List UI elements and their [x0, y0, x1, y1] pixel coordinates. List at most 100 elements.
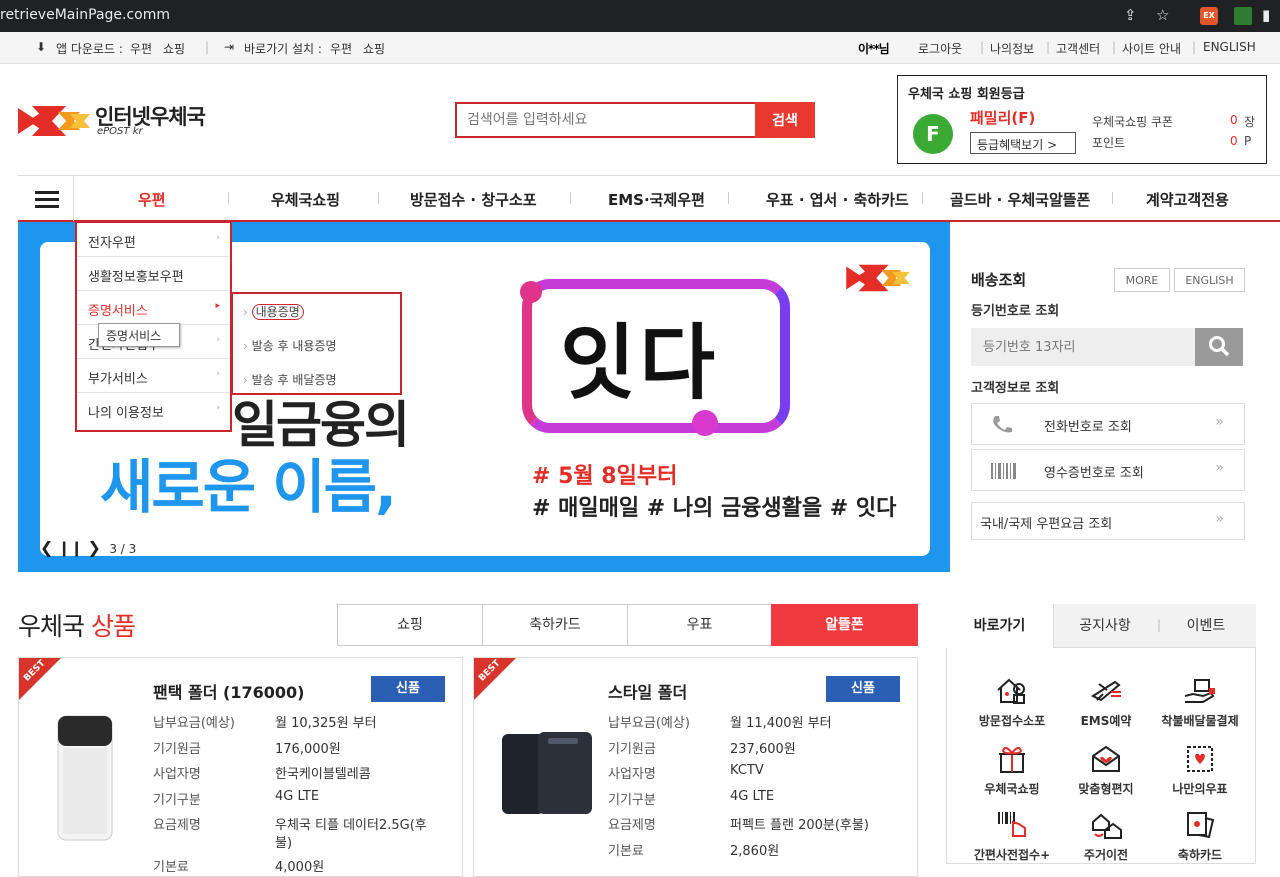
- logo-subtext: ePOST kr: [97, 126, 143, 137]
- tab-mvno[interactable]: 알뜰폰: [771, 604, 918, 646]
- grade-benefit-button[interactable]: 등급혜택보기 >: [970, 132, 1076, 154]
- address-bar[interactable]: retrieveMainPage.comm: [0, 7, 170, 23]
- sc-shop-link[interactable]: 쇼핑: [363, 40, 385, 57]
- postage-lookup-link[interactable]: 국내/국제 우편요금 조회 »: [971, 502, 1245, 540]
- shortcut-address-move[interactable]: 주거이전: [1056, 810, 1156, 863]
- shortcut-custom-letter[interactable]: 맞춤형편지: [1056, 744, 1156, 797]
- sc-post-link[interactable]: 우편: [330, 40, 352, 57]
- tab-greeting-card[interactable]: 축하카드: [482, 604, 628, 646]
- epost-logo-icon: [846, 264, 910, 292]
- main-nav: 우편 우체국쇼핑 방문접수 · 창구소포 EMS·국제우편 우표 · 엽서 · …: [18, 175, 1280, 222]
- grade-level: 패밀리(F): [970, 109, 1036, 127]
- tab-stamps[interactable]: 우표: [627, 604, 772, 646]
- tooltip: 증명서비스: [98, 323, 180, 347]
- hand-box-icon: [1184, 679, 1215, 703]
- submenu-item-content-cert[interactable]: › 내용증명: [233, 294, 400, 327]
- barcode-hand-icon: [998, 812, 1026, 837]
- card-stamp-icon: [1187, 812, 1215, 839]
- bookmark-star-icon[interactable]: ☆: [1156, 6, 1169, 24]
- pause-icon[interactable]: ❙❙: [58, 539, 83, 557]
- double-chevron-icon: »: [1215, 511, 1224, 527]
- reg-search-button[interactable]: [1195, 328, 1243, 366]
- shortcut-visit-parcel[interactable]: 방문접수소포: [962, 676, 1062, 729]
- reg-number-input[interactable]: [971, 328, 1195, 366]
- chevron-right-icon: ›: [216, 369, 220, 379]
- tab-events[interactable]: 이벤트: [1156, 604, 1256, 648]
- new-badge: 신품: [826, 676, 900, 702]
- app-shop-link[interactable]: 쇼핑: [163, 40, 185, 57]
- tab-shortcuts[interactable]: 바로가기: [946, 604, 1054, 648]
- tab-notices[interactable]: 공지사항: [1054, 604, 1156, 648]
- search-button[interactable]: 검색: [755, 102, 815, 138]
- shortcut-greeting-card[interactable]: 축하카드: [1150, 810, 1250, 863]
- point-value: 0: [1230, 134, 1238, 148]
- chevron-right-icon: ›: [216, 403, 220, 413]
- more-button[interactable]: MORE: [1114, 268, 1170, 292]
- nav-item-stamps[interactable]: 우표 · 엽서 · 축하카드: [766, 189, 909, 210]
- prev-arrow-icon[interactable]: ❮: [40, 538, 53, 557]
- products-title: 우체국 상품: [18, 612, 136, 641]
- customer-info-label: 고객정보로 조회: [971, 381, 1060, 396]
- phone-lookup-link[interactable]: 전화번호로 조회 »: [971, 403, 1245, 445]
- banner-hashtag-date: # 5월 8일부터: [532, 464, 678, 489]
- frame-dot-icon: [520, 281, 542, 303]
- delivery-title: 배송조회: [971, 271, 1027, 289]
- support-link[interactable]: 고객센터: [1056, 40, 1100, 57]
- menu-item-addon[interactable]: 부가서비스 ›: [77, 359, 230, 393]
- nav-item-visit[interactable]: 방문접수 · 창구소포: [410, 189, 537, 210]
- phone-image: [57, 715, 113, 841]
- tab-shopping[interactable]: 쇼핑: [337, 604, 483, 646]
- stamp-icon: [1187, 746, 1213, 772]
- search-icon: [1209, 335, 1230, 356]
- utility-bar: ⬇ 앱 다운로드 : 우편 쇼핑 | ⇥ 바로가기 설치 : 우편 쇼핑 이**…: [0, 32, 1280, 64]
- app-post-link[interactable]: 우편: [130, 40, 152, 57]
- myinfo-link[interactable]: 나의정보: [990, 40, 1034, 57]
- menu-item-email[interactable]: 전자우편 ›: [77, 223, 230, 257]
- menu-item-certification[interactable]: 증명서비스 ▸: [77, 291, 230, 325]
- envelope-heart-icon: [1092, 745, 1120, 772]
- coupon-unit: 장: [1244, 115, 1256, 129]
- grade-title: 우체국 쇼핑 회원등급: [908, 87, 1025, 102]
- hamburger-menu-icon[interactable]: [18, 176, 74, 221]
- chevron-right-icon: ›: [216, 335, 220, 345]
- nav-item-post[interactable]: 우편: [138, 189, 166, 210]
- nav-item-ems[interactable]: EMS·국제우편: [608, 189, 705, 210]
- submenu-item-post-content-cert[interactable]: › 발송 후 내용증명: [233, 328, 400, 361]
- menu-item-my-usage[interactable]: 나의 이용정보 ›: [77, 393, 230, 427]
- next-arrow-icon[interactable]: ❯: [87, 538, 100, 557]
- product-name[interactable]: 스타일 폴더: [608, 679, 687, 703]
- epost-logo-icon[interactable]: [18, 104, 90, 138]
- shortcut-post-shopping[interactable]: 우체국쇼핑: [962, 744, 1062, 797]
- search-input[interactable]: [455, 102, 755, 138]
- shortcut-ems[interactable]: EMS예약: [1056, 676, 1156, 729]
- shortcut-pre-register-plus[interactable]: 간편사전접수+: [962, 810, 1062, 863]
- english-tracking-button[interactable]: ENGLISH: [1174, 268, 1245, 292]
- logout-link[interactable]: 로그아웃: [918, 40, 962, 57]
- new-badge: 신품: [371, 676, 445, 702]
- shortcut-my-stamp[interactable]: 나만의우표: [1150, 744, 1250, 797]
- house-parcel-icon: [997, 678, 1025, 704]
- product-card[interactable]: BEST 팬택 폴더 (176000) 신품 납부요금(예상) 월 10,325…: [18, 657, 463, 877]
- gift-icon: [999, 747, 1025, 773]
- banner-controls: ❮ ❙❙ ❯ 3 / 3: [40, 538, 136, 557]
- share-icon[interactable]: ⇪: [1124, 6, 1137, 24]
- shortcut-cod-payment[interactable]: 착불배달물결제: [1150, 676, 1250, 729]
- double-chevron-icon: »: [1215, 414, 1224, 430]
- menu-icon[interactable]: ▮: [1262, 6, 1270, 24]
- banner-page-indicator: 3 / 3: [109, 542, 137, 556]
- shortcut-icon: ⇥: [224, 40, 235, 54]
- submenu-item-delivery-cert[interactable]: › 발송 후 배달증명: [233, 362, 400, 395]
- nav-item-contract[interactable]: 계약고객전용: [1146, 189, 1229, 210]
- bullet-icon: ›: [243, 339, 248, 353]
- banner-hashtag-slogan: # 매일매일 # 나의 금융생활을 # 잇다: [532, 496, 897, 521]
- menu-item-lifeinfo[interactable]: 생활정보홍보우편: [77, 257, 230, 291]
- nav-item-shopping[interactable]: 우체국쇼핑: [271, 189, 340, 210]
- receipt-lookup-link[interactable]: 영수증번호로 조회 »: [971, 449, 1245, 491]
- nav-item-goldbar[interactable]: 골드바 · 우체국알뜰폰: [950, 189, 1090, 210]
- product-name[interactable]: 팬택 폴더 (176000): [153, 679, 304, 703]
- site-guide-link[interactable]: 사이트 안내: [1122, 40, 1181, 57]
- extension-icon[interactable]: EX: [1200, 7, 1218, 25]
- english-link[interactable]: ENGLISH: [1203, 40, 1256, 54]
- extension-flag-icon[interactable]: [1234, 7, 1252, 25]
- product-card[interactable]: BEST 스타일 폴더 신품 납부요금(예상) 월 11,400원 부터 기기원…: [473, 657, 918, 877]
